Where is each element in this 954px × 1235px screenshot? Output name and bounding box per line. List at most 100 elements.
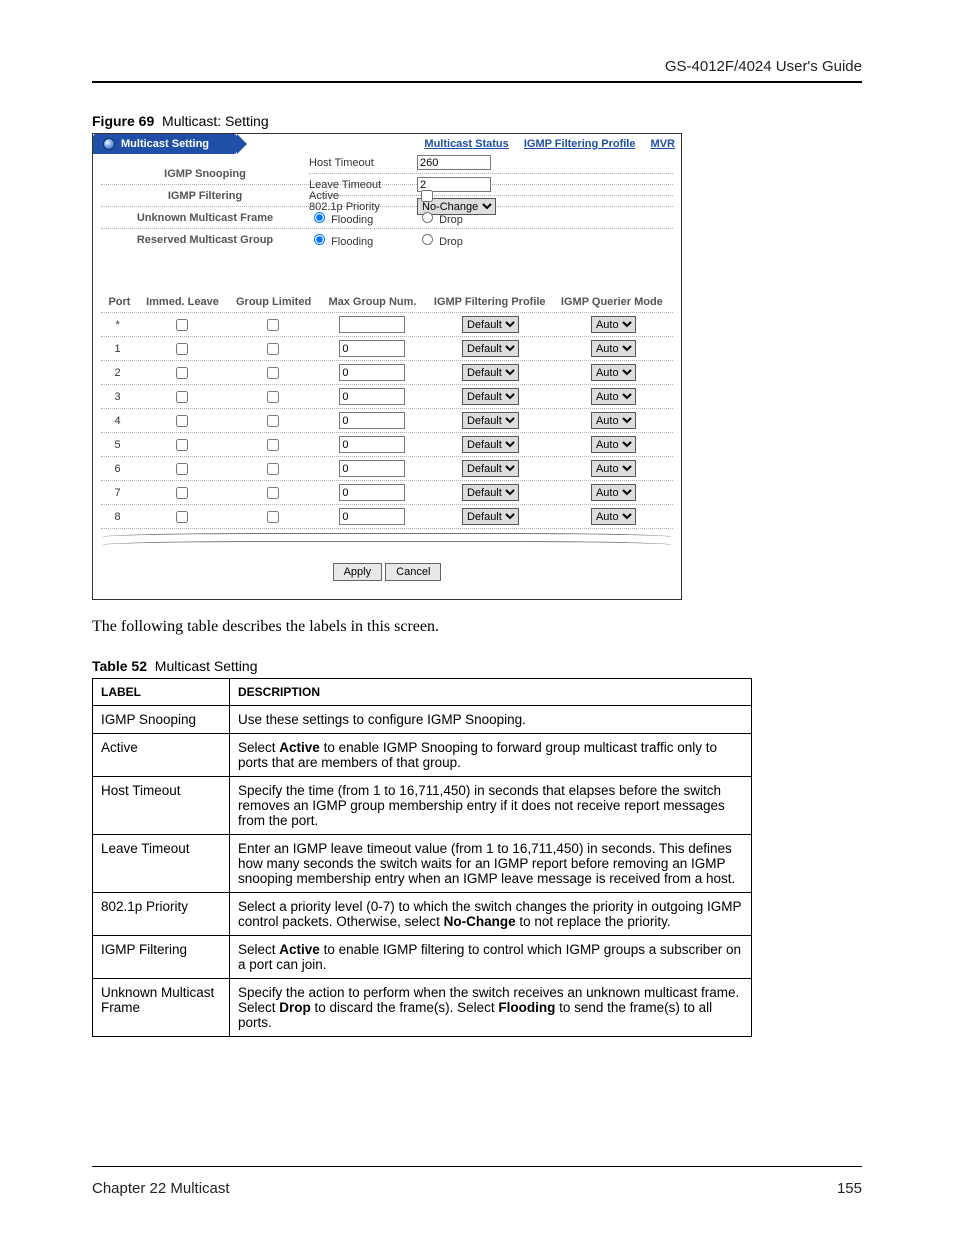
panel-tab-multicast-setting[interactable]: Multicast Setting xyxy=(93,134,237,154)
input-max-group-num[interactable] xyxy=(339,484,405,501)
label-host-timeout: Host Timeout xyxy=(309,157,417,169)
cell-label: IGMP Filtering xyxy=(93,936,230,979)
checkbox-immed-leave[interactable] xyxy=(176,487,188,499)
input-max-group-num[interactable] xyxy=(339,508,405,525)
select-igmp-querier-mode[interactable]: Auto xyxy=(591,484,636,501)
col-igmp-filtering-profile: IGMP Filtering Profile xyxy=(427,296,553,308)
port-row: 6DefaultAuto xyxy=(101,458,673,479)
table-caption-text: Multicast Setting xyxy=(155,658,258,674)
checkbox-immed-leave[interactable] xyxy=(176,415,188,427)
link-multicast-status[interactable]: Multicast Status xyxy=(424,138,508,150)
radio-rmg-flooding-wrap[interactable]: Flooding xyxy=(309,236,373,248)
footer-chapter: Chapter 22 Multicast xyxy=(92,1180,230,1197)
description-table: LABEL DESCRIPTION IGMP SnoopingUse these… xyxy=(92,678,752,1037)
port-row: 2DefaultAuto xyxy=(101,362,673,383)
checkbox-immed-leave[interactable] xyxy=(176,319,188,331)
checkbox-group-limited[interactable] xyxy=(267,439,279,451)
select-igmp-querier-mode[interactable]: Auto xyxy=(591,316,636,333)
port-row: 7DefaultAuto xyxy=(101,482,673,503)
checkbox-filtering-active[interactable] xyxy=(421,190,433,202)
select-igmp-filtering-profile[interactable]: Default xyxy=(462,460,519,477)
select-igmp-filtering-profile[interactable]: Default xyxy=(462,340,519,357)
figure-prefix: Figure 69 xyxy=(92,113,154,129)
checkbox-immed-leave[interactable] xyxy=(176,391,188,403)
port-table-header: Port Immed. Leave Group Limited Max Grou… xyxy=(101,293,673,311)
select-igmp-filtering-profile[interactable]: Default xyxy=(462,388,519,405)
select-igmp-filtering-profile[interactable]: Default xyxy=(462,364,519,381)
table-row: Unknown Multicast FrameSpecify the actio… xyxy=(93,979,752,1037)
checkbox-group-limited[interactable] xyxy=(267,511,279,523)
input-max-group-num[interactable] xyxy=(339,388,405,405)
input-max-group-num[interactable] xyxy=(339,412,405,429)
checkbox-immed-leave[interactable] xyxy=(176,439,188,451)
radio-rmg-drop-wrap[interactable]: Drop xyxy=(417,231,463,248)
radio-umf-drop-wrap[interactable]: Drop xyxy=(417,209,463,226)
input-max-group-num[interactable] xyxy=(339,460,405,477)
checkbox-group-limited[interactable] xyxy=(267,319,279,331)
input-max-group-num[interactable] xyxy=(339,436,405,453)
checkbox-group-limited[interactable] xyxy=(267,367,279,379)
radio-rmg-drop[interactable] xyxy=(422,234,433,245)
input-max-group-num[interactable] xyxy=(339,340,405,357)
select-igmp-querier-mode[interactable]: Auto xyxy=(591,364,636,381)
select-igmp-querier-mode[interactable]: Auto xyxy=(591,436,636,453)
panel-right-links: Multicast Status IGMP Filtering Profile … xyxy=(412,134,675,154)
input-max-group-num[interactable] xyxy=(339,316,405,333)
link-igmp-filtering-profile[interactable]: IGMP Filtering Profile xyxy=(524,138,636,150)
intro-text: The following table describes the labels… xyxy=(92,618,862,636)
checkbox-immed-leave[interactable] xyxy=(176,367,188,379)
cell-port: 8 xyxy=(101,511,134,523)
select-igmp-filtering-profile[interactable]: Default xyxy=(462,508,519,525)
figure-caption-text: Multicast: Setting xyxy=(162,113,269,129)
select-igmp-filtering-profile[interactable]: Default xyxy=(462,484,519,501)
radio-rmg-flooding[interactable] xyxy=(314,234,325,245)
select-igmp-querier-mode[interactable]: Auto xyxy=(591,388,636,405)
header-rule xyxy=(92,81,862,83)
radio-umf-flooding[interactable] xyxy=(314,212,325,223)
select-igmp-filtering-profile[interactable]: Default xyxy=(462,436,519,453)
col-port: Port xyxy=(103,296,136,308)
cell-description: Select Active to enable IGMP filtering t… xyxy=(230,936,752,979)
checkbox-group-limited[interactable] xyxy=(267,415,279,427)
cancel-button[interactable]: Cancel xyxy=(385,563,441,581)
checkbox-group-limited[interactable] xyxy=(267,463,279,475)
table-row: IGMP SnoopingUse these settings to confi… xyxy=(93,706,752,734)
select-igmp-querier-mode[interactable]: Auto xyxy=(591,340,636,357)
cell-label: 802.1p Priority xyxy=(93,893,230,936)
table-truncation-indicator xyxy=(103,533,671,549)
select-igmp-querier-mode[interactable]: Auto xyxy=(591,460,636,477)
select-igmp-querier-mode[interactable]: Auto xyxy=(591,508,636,525)
link-mvr[interactable]: MVR xyxy=(651,138,675,150)
cell-port: 3 xyxy=(101,391,134,403)
apply-button[interactable]: Apply xyxy=(333,563,383,581)
input-max-group-num[interactable] xyxy=(339,364,405,381)
table-row: Leave TimeoutEnter an IGMP leave timeout… xyxy=(93,835,752,893)
page-header: GS-4012F/4024 User's Guide xyxy=(92,58,862,81)
select-igmp-filtering-profile[interactable]: Default xyxy=(462,316,519,333)
select-igmp-filtering-profile[interactable]: Default xyxy=(462,412,519,429)
checkbox-immed-leave[interactable] xyxy=(176,511,188,523)
checkbox-group-limited[interactable] xyxy=(267,487,279,499)
cell-description: Select a priority level (0-7) to which t… xyxy=(230,893,752,936)
radio-umf-flooding-wrap[interactable]: Flooding xyxy=(309,214,373,226)
multicast-setting-panel: Multicast Setting Multicast Status IGMP … xyxy=(92,133,682,600)
cell-label: IGMP Snooping xyxy=(93,706,230,734)
cell-port: 5 xyxy=(101,439,134,451)
col-max-group-num: Max Group Num. xyxy=(318,296,427,308)
cell-label: Unknown Multicast Frame xyxy=(93,979,230,1037)
checkbox-group-limited[interactable] xyxy=(267,391,279,403)
table-prefix: Table 52 xyxy=(92,658,147,674)
label-unknown-multicast-frame: Unknown Multicast Frame xyxy=(101,212,309,224)
panel-tab-label: Multicast Setting xyxy=(121,134,209,154)
port-row: 1DefaultAuto xyxy=(101,338,673,359)
page-footer: Chapter 22 Multicast 155 xyxy=(92,1180,862,1197)
label-drop: Drop xyxy=(439,214,463,226)
checkbox-immed-leave[interactable] xyxy=(176,343,188,355)
checkbox-group-limited[interactable] xyxy=(267,343,279,355)
checkbox-immed-leave[interactable] xyxy=(176,463,188,475)
label-drop: Drop xyxy=(439,236,463,248)
label-reserved-multicast-group: Reserved Multicast Group xyxy=(101,234,309,246)
radio-umf-drop[interactable] xyxy=(422,212,433,223)
select-igmp-querier-mode[interactable]: Auto xyxy=(591,412,636,429)
input-host-timeout[interactable] xyxy=(417,155,491,170)
